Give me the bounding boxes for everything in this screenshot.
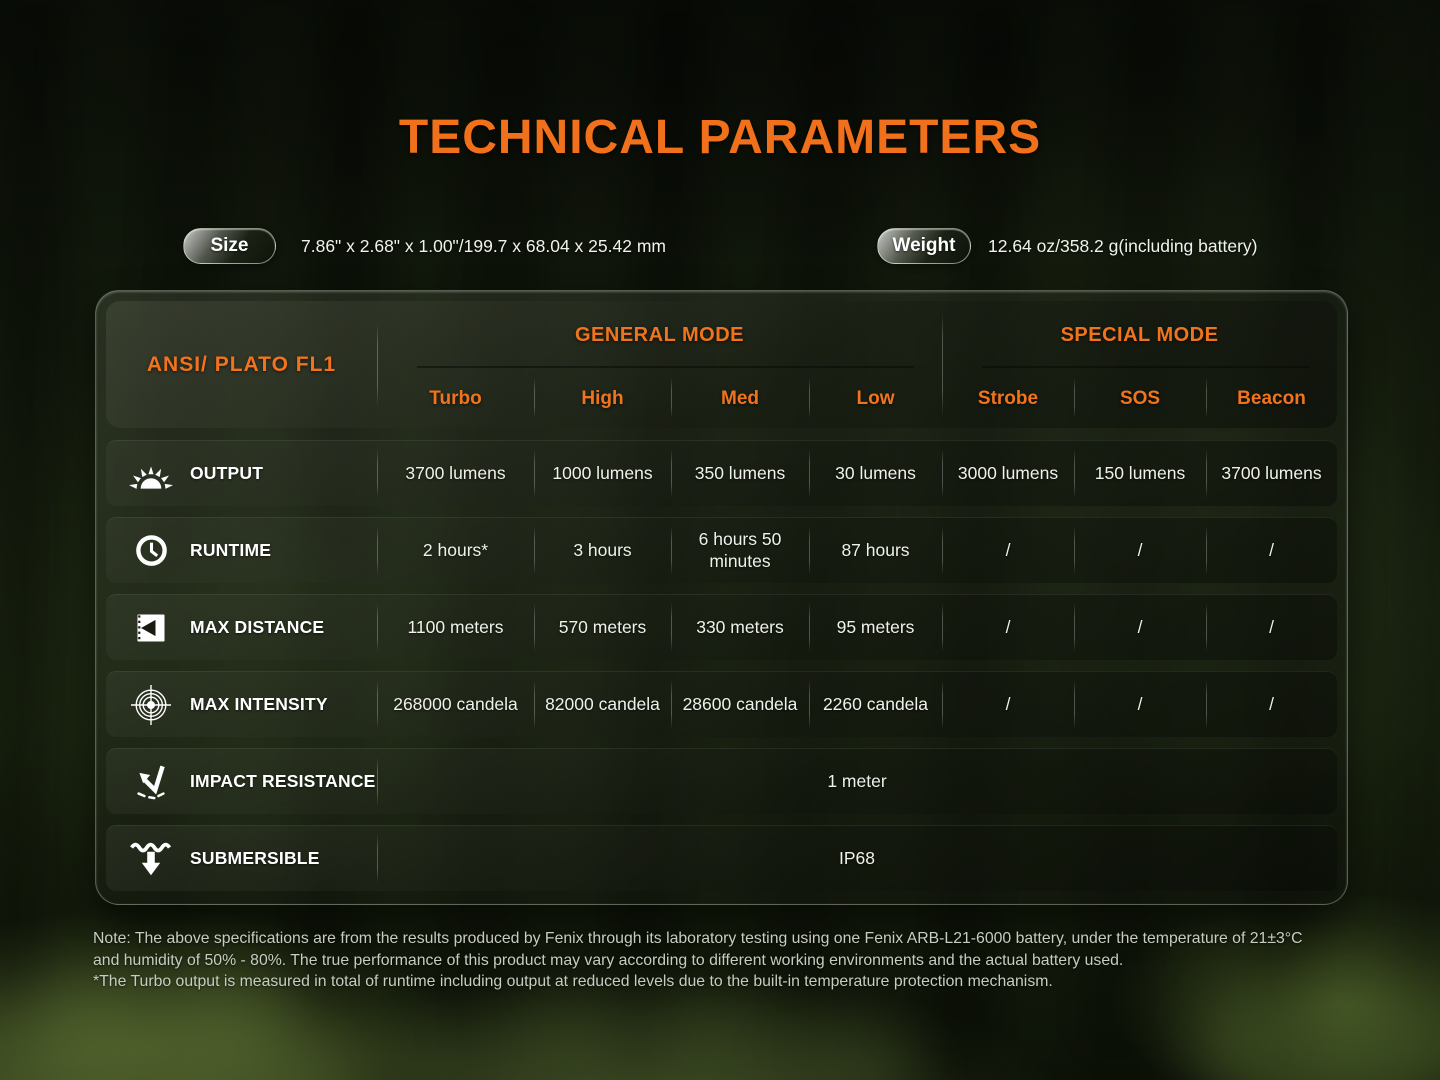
table-row-runtime: RUNTIME 2 hours* 3 hours 6 hours 50 minu… [106, 517, 1337, 583]
value-cell: 3700 lumens [1206, 441, 1337, 506]
row-header: OUTPUT [106, 441, 377, 506]
impact-icon [118, 763, 184, 801]
clock-icon [118, 533, 184, 568]
table-row-output: OUTPUT 3700 lumens 1000 lumens 350 lumen… [106, 440, 1337, 506]
value-cell: 95 meters [809, 595, 942, 660]
page-title: TECHNICAL PARAMETERS [0, 110, 1440, 165]
moss-blur-blob [380, 1005, 920, 1080]
weight-badge-label: Weight [893, 235, 956, 257]
row-label: IMPACT RESISTANCE [190, 771, 376, 792]
value-cell: 6 hours 50 minutes [671, 518, 809, 583]
table-row-impact-resistance: IMPACT RESISTANCE 1 meter [106, 748, 1337, 814]
general-mode-header: GENERAL MODE [377, 301, 942, 369]
value-cell-span: 1 meter [377, 749, 1337, 814]
value-cell: 350 lumens [671, 441, 809, 506]
row-header: MAX INTENSITY [106, 672, 377, 737]
table-row-submersible: SUBMERSIBLE IP68 [106, 825, 1337, 891]
size-badge: Size [183, 228, 276, 264]
footnote-line: and humidity of 50% - 80%. The true perf… [93, 950, 1303, 972]
value-cell: 330 meters [671, 595, 809, 660]
table-row-max-intensity: MAX INTENSITY 268000 candela 82000 cande… [106, 671, 1337, 737]
value-cell: 3700 lumens [377, 441, 534, 506]
column-header-high: High [534, 369, 671, 428]
waves-icon [118, 840, 184, 877]
value-cell: 3000 lumens [942, 441, 1074, 506]
row-label: MAX INTENSITY [190, 694, 328, 715]
row-header: RUNTIME [106, 518, 377, 583]
size-value: 7.86" x 2.68" x 1.00"/199.7 x 68.04 x 25… [301, 228, 666, 264]
special-mode-header: SPECIAL MODE [942, 301, 1337, 369]
column-header-beacon: Beacon [1206, 369, 1337, 428]
row-label: SUBMERSIBLE [190, 848, 320, 869]
value-cell: 3 hours [534, 518, 671, 583]
weight-value: 12.64 oz/358.2 g(including battery) [988, 228, 1257, 264]
value-cell: 268000 candela [377, 672, 534, 737]
mode-split-divider [942, 313, 943, 416]
spec-table-card: ANSI/ PLATO FL1 GENERAL MODE SPECIAL MOD… [95, 290, 1348, 905]
target-icon [118, 685, 184, 725]
spec-sheet-page: TECHNICAL PARAMETERS Size 7.86" x 2.68" … [0, 0, 1440, 1080]
value-cell: / [1206, 672, 1337, 737]
row-header: IMPACT RESISTANCE [106, 749, 377, 814]
footnote-line: Note: The above specifications are from … [93, 928, 1303, 950]
table-header: ANSI/ PLATO FL1 GENERAL MODE SPECIAL MOD… [106, 301, 1337, 428]
ansi-plato-label: ANSI/ PLATO FL1 [106, 301, 377, 428]
value-cell: / [942, 672, 1074, 737]
column-header-sos: SOS [1074, 369, 1206, 428]
value-cell: / [1074, 672, 1206, 737]
value-cell: 82000 candela [534, 672, 671, 737]
row-header: MAX DISTANCE [106, 595, 377, 660]
value-cell: / [1074, 595, 1206, 660]
value-cell: 1000 lumens [534, 441, 671, 506]
moss-blur-blob [0, 985, 370, 1080]
value-cell: 2 hours* [377, 518, 534, 583]
table-row-max-distance: MAX DISTANCE 1100 meters 570 meters 330 … [106, 594, 1337, 660]
row-label: RUNTIME [190, 540, 271, 561]
value-cell: / [1206, 595, 1337, 660]
value-cell: 87 hours [809, 518, 942, 583]
value-cell: 28600 candela [671, 672, 809, 737]
column-header-low: Low [809, 369, 942, 428]
value-cell: / [1074, 518, 1206, 583]
value-cell: 1100 meters [377, 595, 534, 660]
value-cell: / [942, 595, 1074, 660]
header-divider [377, 323, 378, 406]
column-header-med: Med [671, 369, 809, 428]
value-cell: 570 meters [534, 595, 671, 660]
footnote-line: *The Turbo output is measured in total o… [93, 971, 1303, 993]
value-cell: / [1206, 518, 1337, 583]
weight-badge: Weight [877, 228, 971, 264]
value-cell: 2260 candela [809, 672, 942, 737]
beam-icon [118, 610, 184, 646]
row-header: SUBMERSIBLE [106, 826, 377, 891]
column-header-turbo: Turbo [377, 369, 534, 428]
column-header-strobe: Strobe [942, 369, 1074, 428]
value-cell-span: IP68 [377, 826, 1337, 891]
value-cell: 30 lumens [809, 441, 942, 506]
row-label: OUTPUT [190, 463, 263, 484]
row-label: MAX DISTANCE [190, 617, 324, 638]
value-cell: 150 lumens [1074, 441, 1206, 506]
size-badge-label: Size [210, 235, 248, 257]
footnote: Note: The above specifications are from … [93, 928, 1303, 993]
value-cell: / [942, 518, 1074, 583]
sun-icon [118, 456, 184, 491]
